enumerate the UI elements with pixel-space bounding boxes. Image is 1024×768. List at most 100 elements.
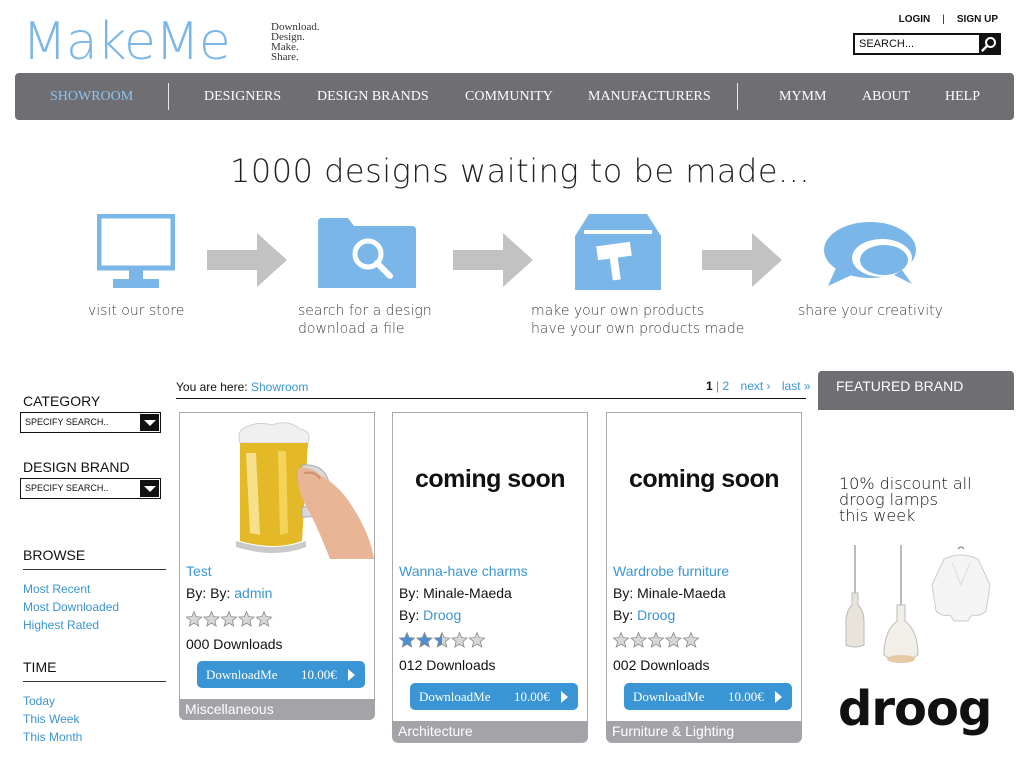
time-heading: TIME (23, 659, 57, 675)
browse-most-recent[interactable]: Most Recent (23, 582, 90, 596)
step-label-line: search for a design (298, 303, 432, 319)
star-icon (202, 611, 221, 627)
time-this-month[interactable]: This Month (23, 730, 82, 744)
download-count: 000 Downloads (186, 636, 283, 652)
category-select[interactable]: SPECIFY SEARCH.. (20, 412, 161, 433)
category-bar[interactable]: Architecture (392, 721, 588, 742)
browse-highest-rated[interactable]: Highest Rated (23, 618, 99, 632)
by-label: By: (186, 585, 207, 601)
speech-bubbles-icon (824, 222, 916, 286)
download-price: 10.00€ (514, 689, 550, 704)
time-this-week[interactable]: This Week (23, 712, 79, 726)
time-rule (23, 681, 166, 682)
step-label-line: have your own products made (531, 321, 745, 337)
pager: 1 | 2 next › last » (706, 379, 811, 393)
download-count: 012 Downloads (399, 657, 496, 673)
product-card[interactable]: coming soon Wardrobe furniture By: Minal… (606, 412, 802, 743)
category-bar[interactable]: Miscellaneous (179, 699, 375, 720)
link-separator: | (942, 14, 945, 25)
star-icon (450, 632, 469, 648)
product-brand: By: Droog (399, 607, 461, 623)
nav-design-brands[interactable]: DESIGN BRANDS (317, 73, 429, 120)
dropdown-arrow-icon (140, 480, 159, 497)
coming-soon-text: coming soon (628, 465, 780, 493)
brand-droog-link[interactable]: Droog (637, 607, 675, 623)
step-label-line: make your own products (531, 303, 705, 319)
rating-stars (186, 611, 273, 627)
product-title-link[interactable]: Test (186, 563, 212, 579)
category-bar[interactable]: Furniture & Lighting (606, 721, 802, 742)
droog-lamps-image[interactable] (840, 545, 996, 673)
droog-logo[interactable]: droog (838, 683, 992, 735)
download-price: 10.00€ (728, 689, 764, 704)
nav-divider (737, 83, 738, 110)
featured-promo-text[interactable]: 10% discount all droog lamps this week (839, 476, 1009, 524)
arrow-right-icon (702, 233, 782, 287)
product-title-link[interactable]: Wardrobe furniture (613, 563, 729, 579)
search-button[interactable] (979, 35, 999, 53)
download-button[interactable]: DownloadMe 10.00€ (410, 683, 578, 710)
nav-manufacturers[interactable]: MANUFACTURERS (588, 73, 711, 120)
browse-rule (23, 569, 166, 570)
makeme-logo[interactable]: MakeMe (22, 14, 231, 70)
nav-designers[interactable]: DESIGNERS (204, 73, 281, 120)
product-image[interactable]: coming soon (607, 413, 801, 559)
arrow-right-icon (453, 233, 533, 287)
rating-stars (613, 632, 700, 648)
download-button[interactable]: DownloadMe 10.00€ (624, 683, 792, 710)
product-card[interactable]: coming soon Wanna-have charms By: Minale… (392, 412, 588, 743)
nav-divider (168, 83, 169, 110)
step-label-line: download a file (298, 321, 405, 337)
brand-droog-link[interactable]: Droog (423, 607, 461, 623)
pager-page-2[interactable]: 2 (723, 379, 730, 393)
by-label: By: (399, 585, 420, 601)
category-heading: CATEGORY (23, 393, 101, 409)
product-card[interactable]: Test By: By: admin 000 Downloads Downloa… (179, 412, 375, 720)
coming-soon-text: coming soon (414, 465, 566, 493)
signup-link[interactable]: SIGN UP (957, 14, 998, 25)
product-image[interactable] (180, 413, 374, 559)
star-icon (682, 632, 700, 648)
design-brand-select[interactable]: SPECIFY SEARCH.. (20, 478, 161, 499)
step-label-line: share your creativity (798, 303, 943, 319)
star-icon (415, 632, 434, 648)
designer-name: Minale-Maeda (423, 585, 512, 601)
browse-most-downloaded[interactable]: Most Downloaded (23, 600, 119, 614)
nav-help[interactable]: HELP (945, 73, 980, 120)
nav-mymm[interactable]: MYMM (779, 73, 826, 120)
step-label: search for a design download a file (298, 302, 432, 338)
browse-heading: BROWSE (23, 547, 86, 563)
beer-mug-image (236, 422, 374, 559)
product-designer: By: Minale-Maeda (613, 585, 726, 601)
chevron-right-icon (561, 691, 568, 703)
designer-admin-link[interactable]: admin (234, 585, 272, 601)
breadcrumb-showroom-link[interactable]: Showroom (251, 380, 308, 394)
star-icon (255, 611, 273, 627)
pager-last[interactable]: last » (782, 379, 811, 393)
pager-current: 1 (706, 379, 713, 393)
featured-brand-heading: FEATURED BRAND (818, 371, 1014, 410)
product-designer: By: Minale-Maeda (399, 585, 512, 601)
tagline: Download. Design. Make. Share. (271, 22, 320, 63)
product-image[interactable]: coming soon (393, 413, 587, 559)
pager-separator: | (716, 379, 720, 393)
nav-community[interactable]: COMMUNITY (465, 73, 553, 120)
star-icon (220, 611, 238, 627)
account-links: LOGIN | SIGN UP (899, 14, 998, 25)
design-brand-select-value: SPECIFY SEARCH.. (25, 483, 109, 493)
product-title-link[interactable]: Wanna-have charms (399, 563, 528, 579)
download-button[interactable]: DownloadMe 10.00€ (197, 661, 365, 688)
promo-line: this week (839, 506, 916, 525)
hero-title: 1000 designs waiting to be made... (229, 152, 811, 190)
step-label: make your own products have your own pro… (531, 302, 744, 338)
star-icon (186, 611, 203, 627)
breadcrumb: You are here: Showroom (176, 380, 308, 394)
step-label: visit our store (88, 302, 184, 320)
nav-showroom[interactable]: SHOWROOM (50, 73, 133, 120)
search-input[interactable] (859, 37, 977, 51)
pager-next[interactable]: next › (741, 379, 771, 393)
login-link[interactable]: LOGIN (899, 14, 931, 25)
toolbox-hammer-icon (575, 214, 661, 290)
nav-about[interactable]: ABOUT (862, 73, 910, 120)
time-today[interactable]: Today (23, 694, 55, 708)
